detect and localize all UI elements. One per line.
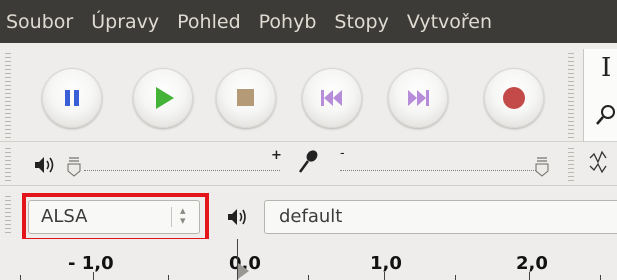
playback-device-select[interactable]: default bbox=[264, 200, 617, 234]
ruler-tick bbox=[384, 272, 385, 280]
menu-bar: Soubor Úpravy Pohled Pohyb Stopy Vytvoře… bbox=[0, 0, 617, 43]
toolbar-grip[interactable] bbox=[565, 53, 577, 139]
speaker-icon bbox=[228, 209, 246, 225]
playback-meter-plus: + bbox=[271, 148, 282, 163]
microphone-icon bbox=[298, 150, 318, 173]
toolbar-grip[interactable] bbox=[2, 53, 14, 139]
skip-start-icon bbox=[321, 90, 342, 106]
play-button[interactable] bbox=[133, 68, 193, 128]
recording-volume-slider-knob[interactable] bbox=[534, 156, 550, 178]
menu-pohyb[interactable]: Pohyb bbox=[250, 11, 326, 33]
playback-device-value: default bbox=[279, 206, 343, 227]
menu-stopy[interactable]: Stopy bbox=[325, 11, 397, 33]
toolbar-grip[interactable] bbox=[565, 148, 577, 182]
highlight-box bbox=[22, 193, 209, 242]
pause-icon bbox=[65, 90, 79, 106]
transport-toolbar: I bbox=[0, 43, 617, 141]
recording-meter[interactable] bbox=[340, 170, 540, 171]
play-icon bbox=[156, 87, 174, 109]
ruler-tick bbox=[455, 275, 456, 280]
toolbar-grip[interactable] bbox=[2, 148, 14, 182]
envelope-tool-icon[interactable] bbox=[586, 148, 612, 178]
ruler-tick bbox=[20, 275, 21, 280]
meter-toolbar: + - bbox=[0, 141, 617, 185]
tools-toolbar: I bbox=[583, 49, 617, 141]
playback-meter[interactable] bbox=[84, 170, 280, 171]
skip-to-end-button[interactable] bbox=[388, 68, 448, 128]
record-button[interactable] bbox=[484, 68, 544, 128]
ruler-label: 2,0 bbox=[516, 253, 548, 274]
ruler-label: - 1,0 bbox=[68, 253, 114, 274]
device-toolbar: ALSA ▴ ▾ default bbox=[0, 185, 617, 242]
ruler-tick bbox=[93, 272, 94, 280]
menu-soubor[interactable]: Soubor bbox=[0, 11, 82, 33]
playhead-icon[interactable] bbox=[238, 263, 250, 279]
speaker-icon bbox=[35, 157, 54, 173]
skip-end-icon bbox=[408, 90, 429, 106]
playback-volume-slider-knob[interactable] bbox=[66, 156, 82, 178]
recording-meter-minus: - bbox=[340, 146, 345, 161]
skip-to-start-button[interactable] bbox=[302, 68, 362, 128]
ruler-tick bbox=[168, 275, 169, 280]
record-icon bbox=[503, 87, 525, 109]
ruler-tick bbox=[308, 275, 309, 280]
pause-button[interactable] bbox=[42, 68, 102, 128]
ruler-tick bbox=[529, 272, 530, 280]
menu-pohled[interactable]: Pohled bbox=[168, 11, 249, 33]
menu-vytvorit[interactable]: Vytvořen bbox=[398, 11, 501, 33]
toolbar-grip[interactable] bbox=[2, 196, 14, 236]
zoom-tool-icon[interactable] bbox=[584, 49, 617, 141]
timeline-ruler[interactable]: - 1,0 0,0 1,0 2,0 bbox=[0, 239, 617, 280]
menu-upravy[interactable]: Úpravy bbox=[82, 11, 168, 33]
ruler-tick bbox=[600, 275, 601, 280]
stop-button[interactable] bbox=[216, 68, 276, 128]
stop-icon bbox=[237, 89, 254, 106]
ruler-label: 1,0 bbox=[370, 253, 402, 274]
